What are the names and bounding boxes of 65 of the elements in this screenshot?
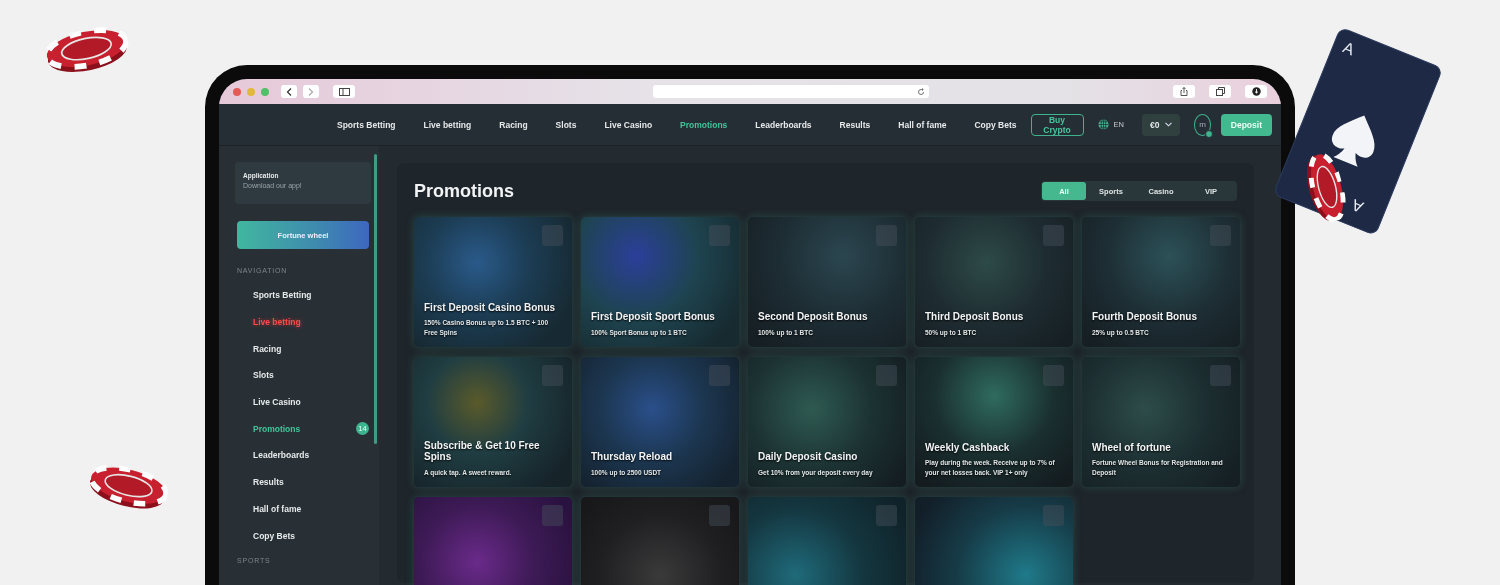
sidebar-link[interactable]: Sports Betting (253, 290, 312, 301)
corner-square (1043, 225, 1064, 246)
corner-square (542, 365, 563, 386)
nav-link[interactable]: Sports Betting (323, 119, 410, 130)
corner-square (876, 225, 897, 246)
balance-dropdown[interactable]: €0 (1141, 113, 1181, 136)
promo-title: Weekly Cashback (925, 441, 1011, 454)
forward-button[interactable] (303, 85, 319, 98)
sidebar-link[interactable]: Leaderboards (253, 450, 310, 461)
promo-title: Subscribe & Get 10 Free Spins (424, 439, 541, 463)
sidebar-link[interactable]: Slots (253, 370, 274, 381)
corner-square (709, 225, 730, 246)
nav-link[interactable]: Slots (541, 119, 591, 130)
nav-link[interactable]: Live betting (409, 119, 486, 130)
page-title: Promotions (414, 180, 514, 202)
sidebar-link[interactable]: Results (253, 477, 284, 488)
corner-square (709, 505, 730, 526)
promo-title: First Deposit Casino Bonus (424, 301, 557, 314)
corner-square (876, 365, 897, 386)
buy-crypto-button[interactable]: Buy Crypto (1030, 113, 1084, 136)
chevron-down-icon (1165, 122, 1173, 127)
share-icon (1180, 87, 1188, 96)
corner-square (542, 225, 563, 246)
share-button[interactable] (1173, 85, 1195, 98)
corner-square (542, 505, 563, 526)
nav-link[interactable]: Leaderboards (741, 119, 826, 130)
nav-link[interactable]: Results (825, 119, 885, 130)
sidebar-link[interactable]: Live Casino (253, 397, 301, 408)
download-button[interactable] (1245, 85, 1267, 98)
back-button[interactable] (281, 85, 297, 98)
sidebar-icon (338, 87, 350, 96)
minimize-window-dot[interactable] (247, 87, 255, 96)
close-window-dot[interactable] (233, 87, 241, 96)
tabs-button[interactable] (1209, 85, 1231, 98)
sidebar-link[interactable]: Live betting (253, 317, 301, 328)
sidebar-link[interactable]: Hall of fame (253, 503, 302, 514)
nav-link[interactable]: Live Casino (590, 119, 667, 130)
tabs-icon (1215, 87, 1225, 96)
corner-square (876, 505, 897, 526)
chevron-right-icon (308, 87, 314, 96)
promo-title: Daily Deposit Casino (758, 451, 859, 463)
promo-title: Third Deposit Bonus (925, 311, 1025, 323)
sidebar-link[interactable]: Promotions (253, 423, 301, 434)
corner-square (1043, 365, 1064, 386)
corner-square (1210, 225, 1231, 246)
chevron-left-icon (286, 87, 292, 96)
nav-link[interactable]: Promotions (666, 119, 742, 130)
globe-icon[interactable] (1097, 119, 1109, 130)
nav-link[interactable]: Copy Bets (960, 119, 1031, 130)
nav-link[interactable]: Racing (485, 119, 542, 130)
corner-square (1043, 505, 1064, 526)
promo-title: Wheel of fortune (1092, 441, 1172, 454)
promo-title: Fourth Deposit Bonus (1092, 311, 1198, 323)
maximize-window-dot[interactable] (261, 87, 269, 96)
reload-icon[interactable] (917, 87, 925, 96)
promo-title: First Deposit Sport Bonus (591, 311, 716, 323)
nav-link[interactable]: Hall of fame (884, 119, 961, 130)
promo-title: Thursday Reload (591, 451, 674, 463)
corner-square (709, 365, 730, 386)
corner-square (1210, 365, 1231, 386)
sidebar-link[interactable]: Racing (253, 343, 282, 354)
sidebar-toggle-button[interactable] (333, 85, 355, 98)
promo-title: Second Deposit Bonus (758, 311, 869, 323)
sidebar-link[interactable]: Copy Bets (253, 530, 296, 541)
download-icon (1251, 87, 1261, 96)
